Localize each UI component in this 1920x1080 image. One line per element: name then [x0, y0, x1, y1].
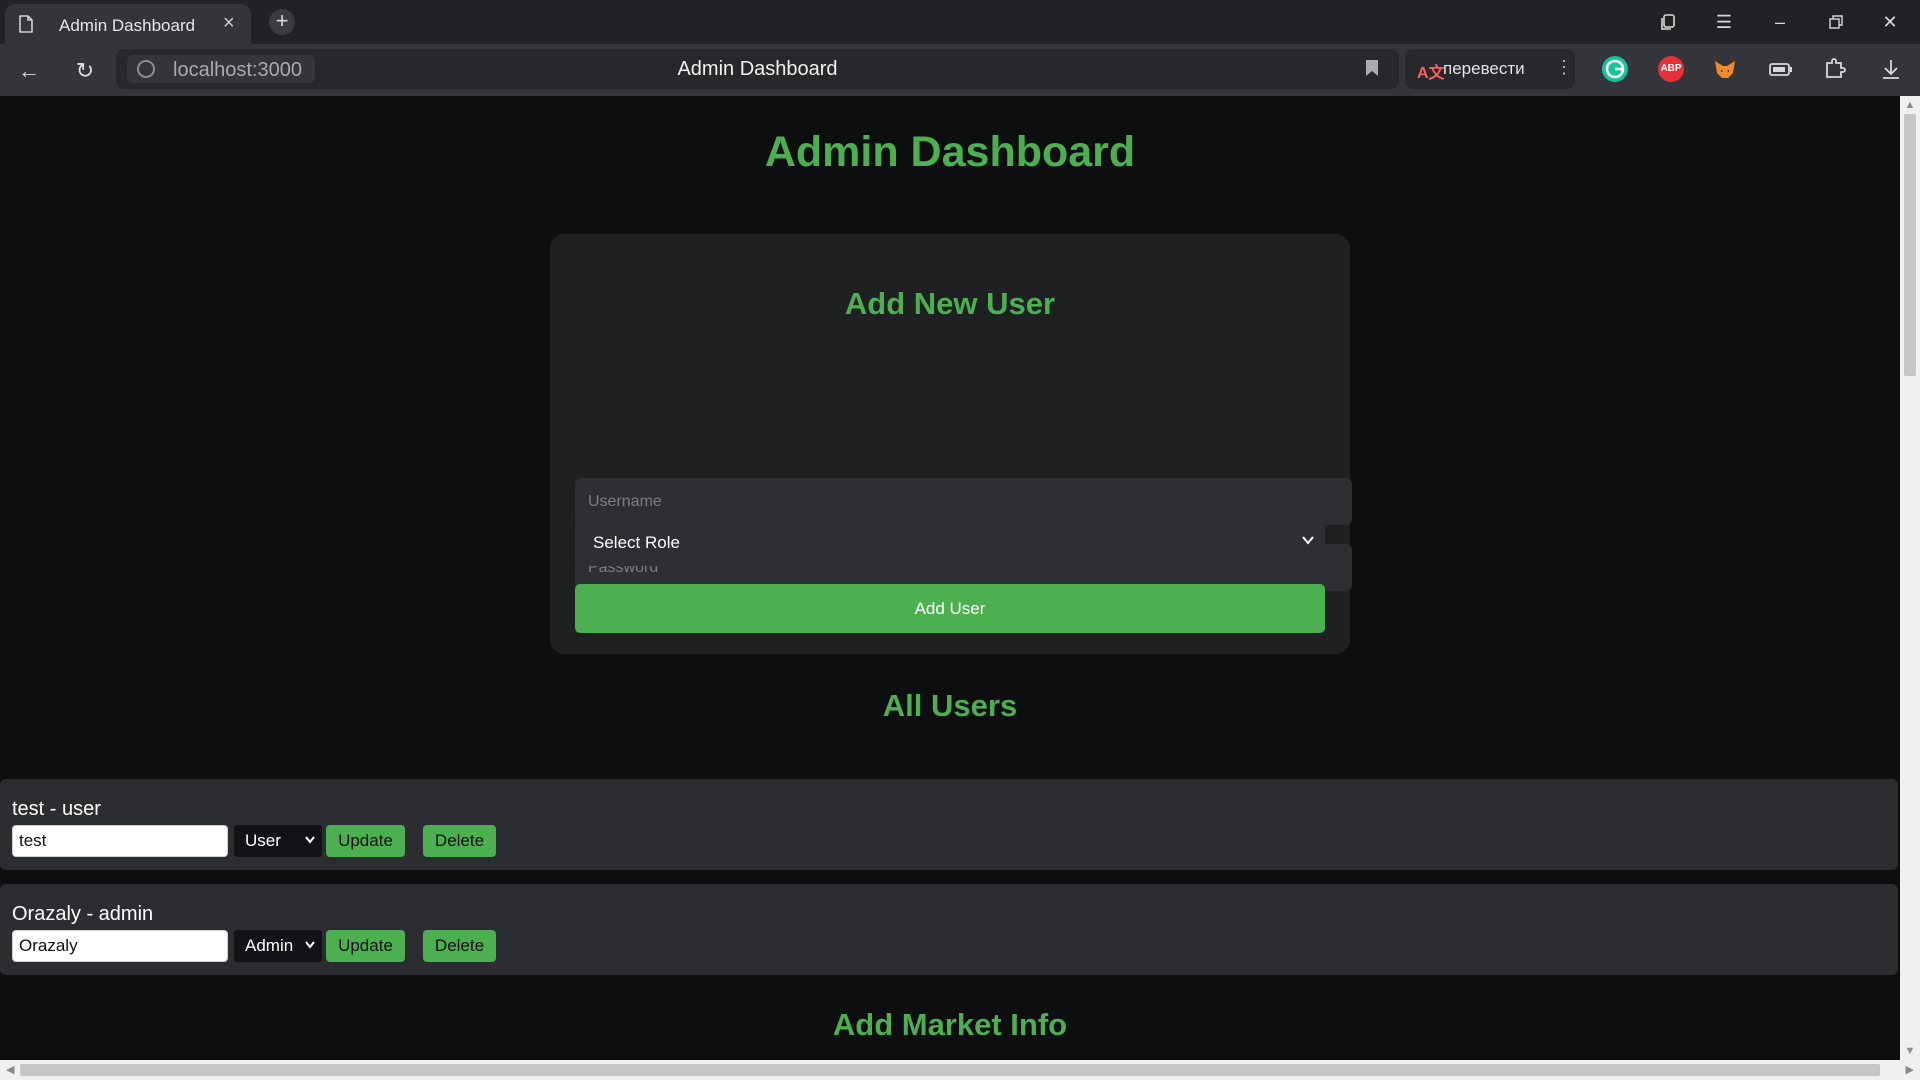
- username-edit-input[interactable]: [12, 930, 228, 962]
- tab-search-icon[interactable]: [1654, 10, 1682, 34]
- translate-label: перевести: [1443, 59, 1525, 78]
- scroll-down-icon[interactable]: ▼: [1900, 1045, 1920, 1057]
- puzzle-icon[interactable]: [1822, 56, 1848, 82]
- battery-saver-icon[interactable]: [1768, 56, 1794, 82]
- new-tab-icon[interactable]: +: [269, 9, 295, 35]
- user-row: test - user User Update Delete: [0, 779, 1898, 870]
- adblock-plus-icon[interactable]: ABP: [1658, 56, 1684, 82]
- username-edit-input[interactable]: [12, 825, 228, 857]
- adblock-text: ABP: [1660, 63, 1682, 74]
- add-user-button[interactable]: Add User: [575, 584, 1325, 633]
- update-button[interactable]: Update: [326, 825, 405, 857]
- download-icon[interactable]: [1878, 56, 1904, 82]
- user-row: Orazaly - admin Admin Update Delete: [0, 884, 1898, 975]
- browser-toolbar: ← ↻ localhost:3000 Admin Dashboard A文 пе…: [0, 44, 1920, 96]
- page-title: Admin Dashboard: [764, 128, 1136, 176]
- delete-button[interactable]: Delete: [423, 930, 496, 962]
- reload-icon[interactable]: ↻: [72, 58, 98, 84]
- tab-title: Admin Dashboard: [59, 16, 196, 35]
- all-users-heading: All Users: [882, 688, 1018, 723]
- address-bar[interactable]: localhost:3000 Admin Dashboard: [116, 49, 1399, 89]
- add-user-card: Add New User Select Role Add User: [550, 234, 1352, 654]
- horizontal-scroll-thumb[interactable]: [20, 1064, 1880, 1076]
- chevron-down-icon: [305, 836, 315, 844]
- tab-close-icon[interactable]: ×: [223, 13, 235, 33]
- grammarly-icon[interactable]: [1602, 56, 1628, 82]
- page-icon: [19, 15, 33, 33]
- username-input[interactable]: [575, 478, 1352, 525]
- user-label: Orazaly - admin: [12, 903, 154, 925]
- metamask-icon[interactable]: [1712, 56, 1738, 82]
- add-user-heading: Add New User: [844, 286, 1056, 321]
- delete-button[interactable]: Delete: [423, 825, 496, 857]
- horizontal-scrollbar[interactable]: ◀ ▶: [0, 1060, 1920, 1080]
- omnibox-page-title: Admin Dashboard: [677, 58, 838, 80]
- user-role-value: User: [245, 831, 281, 850]
- menu-icon[interactable]: ☰: [1710, 10, 1738, 34]
- bookmark-icon[interactable]: [1365, 59, 1379, 77]
- scroll-up-icon[interactable]: ▲: [1900, 99, 1920, 111]
- back-icon[interactable]: ←: [16, 58, 42, 84]
- role-select[interactable]: Select Role: [575, 519, 1325, 566]
- role-select-value: Select Role: [593, 533, 680, 552]
- more-vertical-icon[interactable]: ⋮: [1555, 57, 1573, 78]
- chevron-down-icon: [305, 941, 315, 949]
- user-role-value: Admin: [245, 936, 294, 955]
- user-label: test - user: [12, 798, 101, 820]
- add-market-info-heading: Add Market Info: [832, 1007, 1068, 1042]
- browser-tab-active[interactable]: Admin Dashboard ×: [5, 4, 251, 44]
- user-role-select[interactable]: Admin: [234, 930, 322, 962]
- update-button[interactable]: Update: [326, 930, 405, 962]
- close-window-icon[interactable]: ✕: [1876, 10, 1904, 34]
- browser-titlebar: Admin Dashboard × + ☰ – ✕: [0, 0, 1920, 44]
- vertical-scrollbar[interactable]: ▲ ▼: [1900, 96, 1920, 1060]
- scroll-left-icon[interactable]: ◀: [6, 1063, 14, 1076]
- minimize-icon[interactable]: –: [1766, 10, 1794, 34]
- page-viewport: Admin Dashboard Add New User Select Role…: [0, 96, 1900, 1060]
- translate-button[interactable]: A文 перевести ⋮: [1405, 49, 1575, 89]
- translate-icon: A文: [1417, 65, 1445, 82]
- vertical-scroll-thumb[interactable]: [1904, 114, 1916, 376]
- user-role-select[interactable]: User: [234, 825, 322, 857]
- restore-icon[interactable]: [1822, 10, 1850, 34]
- scroll-right-icon[interactable]: ▶: [1906, 1063, 1914, 1076]
- chevron-down-icon: [1302, 536, 1314, 545]
